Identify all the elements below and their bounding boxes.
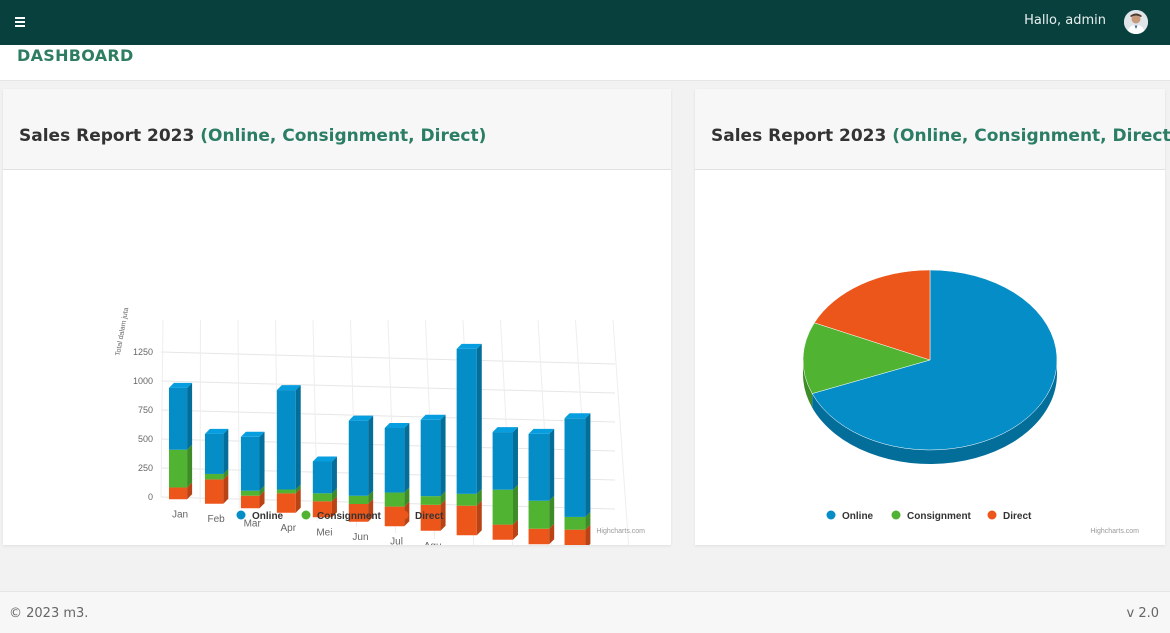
- x-tick-label: Jan: [172, 509, 188, 520]
- card-header: Sales Report 2023 (Online, Consignment, …: [695, 89, 1170, 170]
- gridline: [160, 409, 616, 423]
- top-navbar: Hallo, admin: [0, 0, 1170, 45]
- x-tick-label: Jun: [352, 532, 368, 543]
- bar-chart-legend: Online Consignment Direct: [236, 510, 444, 522]
- gridline: [160, 351, 616, 365]
- gridline: [237, 319, 240, 510]
- hamburger-icon[interactable]: [13, 13, 29, 31]
- bar-segment-consignment[interactable]: [168, 444, 193, 488]
- card-header: Sales Report 2023 (Online, Consignment, …: [3, 89, 671, 170]
- legend-marker: [891, 510, 901, 520]
- y-tick-label: 750: [138, 405, 153, 415]
- card-title-accent: (Online, Consignment, Direct): [892, 126, 1170, 146]
- user-greeting[interactable]: Hallo, admin: [1024, 13, 1106, 28]
- x-tick-label: Feb: [208, 514, 226, 525]
- y-tick-label: 1250: [133, 347, 153, 357]
- y-tick-label: 0: [148, 492, 153, 502]
- card-title-accent: (Online, Consignment, Direct): [200, 126, 487, 146]
- footer-version: v 2.0: [1126, 606, 1160, 621]
- x-tick-label: Mei: [316, 527, 332, 538]
- legend-item-consignment[interactable]: Consignment: [891, 510, 972, 523]
- pie-chart-legend: Online Consignment Direct: [826, 510, 1033, 523]
- legend-label: Direct: [1003, 511, 1032, 522]
- card-title-main: Sales Report 2023: [19, 126, 195, 146]
- bar-segment-online[interactable]: [384, 422, 410, 493]
- bar-segment-direct[interactable]: [456, 500, 482, 536]
- bar-segment-online[interactable]: [312, 456, 337, 494]
- legend-label: Consignment: [907, 511, 972, 522]
- legend-marker: [987, 510, 997, 520]
- user-avatar-icon[interactable]: [1124, 10, 1148, 34]
- card-title-main: Sales Report 2023: [711, 126, 887, 146]
- bar-segment-online[interactable]: [420, 414, 446, 497]
- bar-segment-online[interactable]: [564, 413, 591, 517]
- legend-item-direct[interactable]: Direct: [987, 510, 1033, 523]
- bar-segment-online[interactable]: [456, 343, 482, 494]
- gridline: [612, 319, 630, 545]
- legend-item-online[interactable]: Online: [826, 510, 874, 523]
- bar-segment-online[interactable]: [348, 415, 374, 496]
- page-title: DASHBOARD: [17, 46, 134, 65]
- pie-chart: Online Consignment Direct Highcharts.com: [802, 269, 1139, 535]
- legend-label: Online: [252, 511, 284, 522]
- sales-report-pie-card: Sales Report 2023 (Online, Consignment, …: [695, 89, 1170, 545]
- footer-copyright: © 2023 m3.: [9, 606, 89, 621]
- legend-label: Online: [842, 511, 874, 522]
- pie-chart-slices: [802, 269, 1058, 464]
- y-tick-label: 1000: [133, 376, 153, 386]
- sales-report-bar-card: Sales Report 2023 (Online, Consignment, …: [3, 89, 671, 545]
- bar-chart-y-axis: 0 250 500 750 1000 1250: [133, 347, 153, 502]
- bar-segment-online[interactable]: [204, 428, 229, 474]
- bar-chart-container: 0 250 500 750 1000 1250 Total dalam juta Jan F…: [3, 170, 671, 545]
- bar-segment-online[interactable]: [240, 431, 265, 491]
- legend-label: Direct: [415, 511, 444, 522]
- legend-label: Consignment: [317, 511, 382, 522]
- bar-segment-online[interactable]: [168, 382, 193, 450]
- bar-segment-online[interactable]: [276, 385, 301, 490]
- x-tick-label: Apr: [281, 523, 297, 534]
- y-tick-label: 250: [138, 463, 153, 473]
- y-axis-title: Total dalam juta: [115, 307, 130, 357]
- card-title: Sales Report 2023 (Online, Consignment, …: [19, 126, 486, 146]
- legend-marker: [399, 510, 409, 520]
- card-title: Sales Report 2023 (Online, Consignment, …: [711, 126, 1170, 146]
- bar-segment-consignment[interactable]: [492, 484, 518, 525]
- x-tick-label: Jul: [390, 536, 403, 545]
- chart-credit[interactable]: Highcharts.com: [596, 528, 645, 535]
- legend-marker: [236, 510, 246, 520]
- page-footer: © 2023 m3. v 2.0: [0, 591, 1170, 633]
- legend-marker: [301, 510, 311, 520]
- legend-marker: [826, 510, 836, 520]
- pie-chart-container: Online Consignment Direct Highcharts.com: [695, 170, 1165, 545]
- bar-segment-online[interactable]: [492, 427, 518, 490]
- chart-credit[interactable]: Highcharts.com: [1090, 528, 1139, 535]
- bar-segment-online[interactable]: [528, 428, 555, 501]
- gridline: [160, 319, 164, 498]
- page-header: DASHBOARD: [0, 45, 1170, 81]
- y-tick-label: 500: [138, 434, 153, 444]
- bar-chart: 0 250 500 750 1000 1250 Total dalam juta Jan F…: [115, 307, 645, 545]
- x-tick-label: Agu: [424, 541, 442, 545]
- gridline: [160, 380, 616, 394]
